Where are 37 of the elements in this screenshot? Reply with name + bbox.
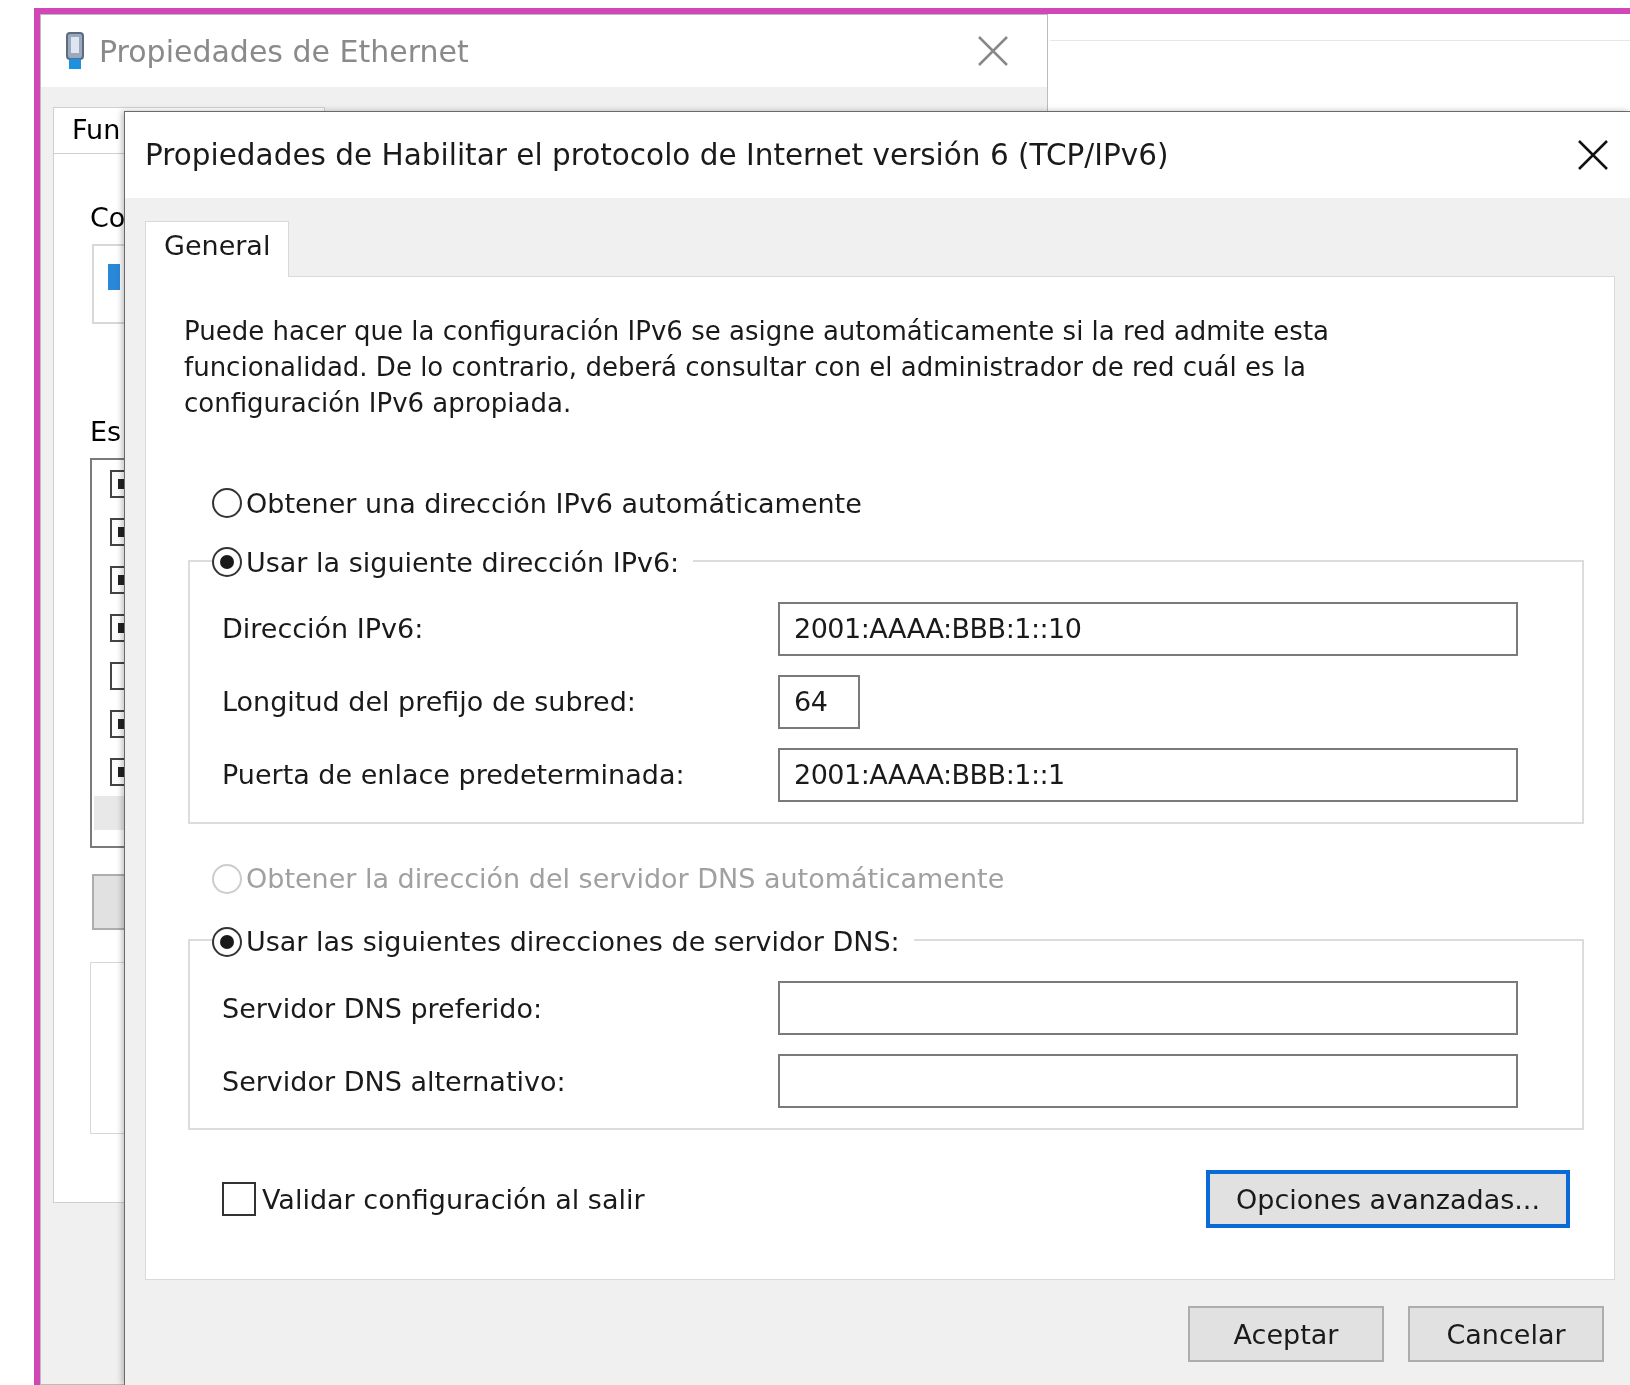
address-field[interactable]: 2001:AAAA:BBB:1::10: [778, 601, 1518, 656]
radio-label[interactable]: Usar la siguiente dirección IPv6:: [246, 546, 680, 578]
address-field[interactable]: [778, 981, 1518, 1035]
description-text: Puede hacer que la configuración IPv6 se asigne automáticamente si la red admite esta funcionalidad. De lo contrario, deberá consultar con el administrador de red cuál es la configuración IPv6 apropiada.: [184, 315, 1331, 420]
adapter-icon: [108, 264, 120, 290]
dialog-button[interactable]: Cancelar: [1408, 1306, 1604, 1362]
checkbox[interactable]: [110, 518, 124, 546]
network-plug-icon: [63, 32, 87, 70]
checkbox[interactable]: [110, 710, 124, 738]
checkbox[interactable]: [222, 1182, 256, 1216]
field-label: Puerta de enlace predeterminada:: [222, 759, 686, 790]
address-field[interactable]: 2001:AAAA:BBB:1::1: [778, 747, 1518, 802]
checkbox-label[interactable]: Validar configuración al salir: [262, 1183, 645, 1215]
field-label: Servidor DNS alternativo:: [222, 1065, 567, 1097]
checkbox[interactable]: [110, 566, 124, 594]
checkbox[interactable]: [110, 614, 124, 642]
checkbox[interactable]: [110, 758, 124, 786]
field-label: Servidor DNS preferido:: [222, 992, 544, 1024]
checkbox[interactable]: [110, 470, 124, 498]
address-field[interactable]: [778, 1054, 1518, 1108]
field-label: Longitud del prefijo de subred:: [222, 686, 637, 717]
field-label: Dirección IPv6:: [222, 613, 425, 644]
radio-label[interactable]: Usar las siguientes direcciones de servidor DNS:: [246, 926, 900, 957]
prefix-field[interactable]: 64: [778, 674, 860, 729]
window-title: Propiedades de Ethernet: [99, 33, 470, 69]
radio-label[interactable]: Obtener una dirección IPv6 automáticamente: [246, 487, 862, 519]
section-label: Co: [90, 202, 126, 235]
section-label: Es: [90, 416, 122, 449]
close-icon[interactable]: [1576, 138, 1610, 172]
dialog-button[interactable]: Aceptar: [1188, 1306, 1384, 1362]
radio-button[interactable]: [212, 547, 242, 577]
tab[interactable]: General: [145, 221, 290, 277]
window-title: Propiedades de Habilitar el protocolo de Internet versión 6 (TCP/IPv6): [145, 138, 1170, 172]
checkbox[interactable]: [110, 662, 124, 690]
radio-button[interactable]: [212, 926, 242, 957]
radio-button[interactable]: [212, 488, 242, 518]
advanced-options-button[interactable]: Opciones avanzadas...: [1206, 1170, 1570, 1228]
